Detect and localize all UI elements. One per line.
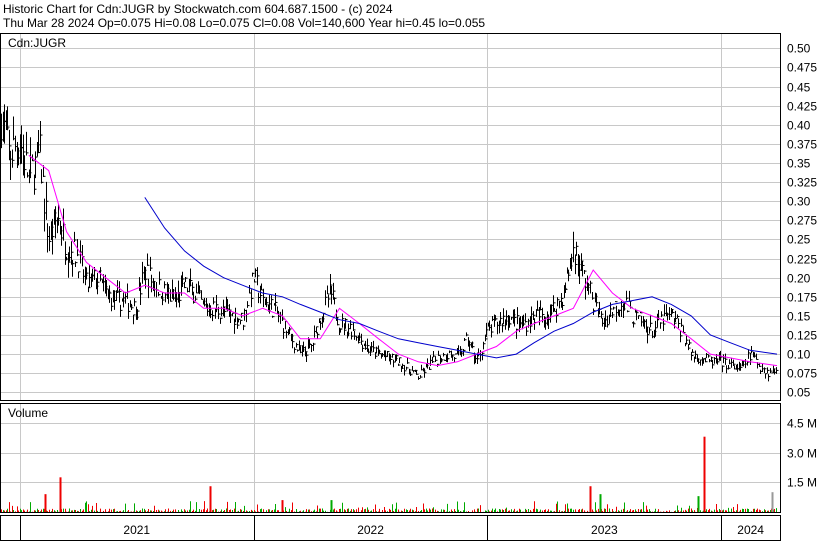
volume-panel-frame [0,403,781,513]
price-tick-label: 0.50 [787,42,811,56]
price-tick-label: 0.075 [787,367,817,381]
volume-panel-title: Volume [8,406,48,420]
price-tick-label: 0.20 [787,272,811,286]
volume-tick-label: 4.5 M [787,417,817,431]
price-panel: 0.05 0.075 0.10 0.125 0.15 0.175 0.20 0.225 0.25… [0,33,817,401]
price-tick-label: 0.45 [787,81,811,95]
price-tick-label: 0.125 [787,329,817,343]
price-tick-label: 0.40 [787,119,811,133]
price-panel-title: Cdn:JUGR [8,36,66,50]
price-tick-label: 0.35 [787,157,811,171]
stock-chart: 0.05 0.075 0.10 0.125 0.15 0.175 0.20 0.225 0.25… [0,33,817,541]
x-tick-label: 2024 [737,523,764,537]
price-panel-frame [0,33,781,401]
price-tick-label: 0.225 [787,253,817,267]
volume-tick-label: 3.0 M [787,447,817,461]
volume-tick-label: 1.5 M [787,476,817,490]
x-axis-frame [0,515,781,541]
price-tick-label: 0.15 [787,310,811,324]
price-tick-label: 0.275 [787,214,817,228]
price-tick-label: 0.475 [787,61,817,75]
price-tick-label: 0.325 [787,176,817,190]
price-tick-label: 0.375 [787,138,817,152]
price-tick-label: 0.10 [787,348,811,362]
price-tick-label: 0.05 [787,386,811,400]
volume-panel: Volume 1.5 M 3.0 M 4.5 M [0,403,817,513]
price-tick-label: 0.30 [787,195,811,209]
price-tick-label: 0.425 [787,100,817,114]
price-tick-label: 0.25 [787,233,811,247]
x-tick-label: 2023 [591,523,618,537]
price-tick-label: 0.175 [787,291,817,305]
x-tick-label: 2022 [357,523,384,537]
x-axis-panel: 2021 2022 2023 2024 [0,515,781,541]
x-tick-label: 2021 [123,523,150,537]
